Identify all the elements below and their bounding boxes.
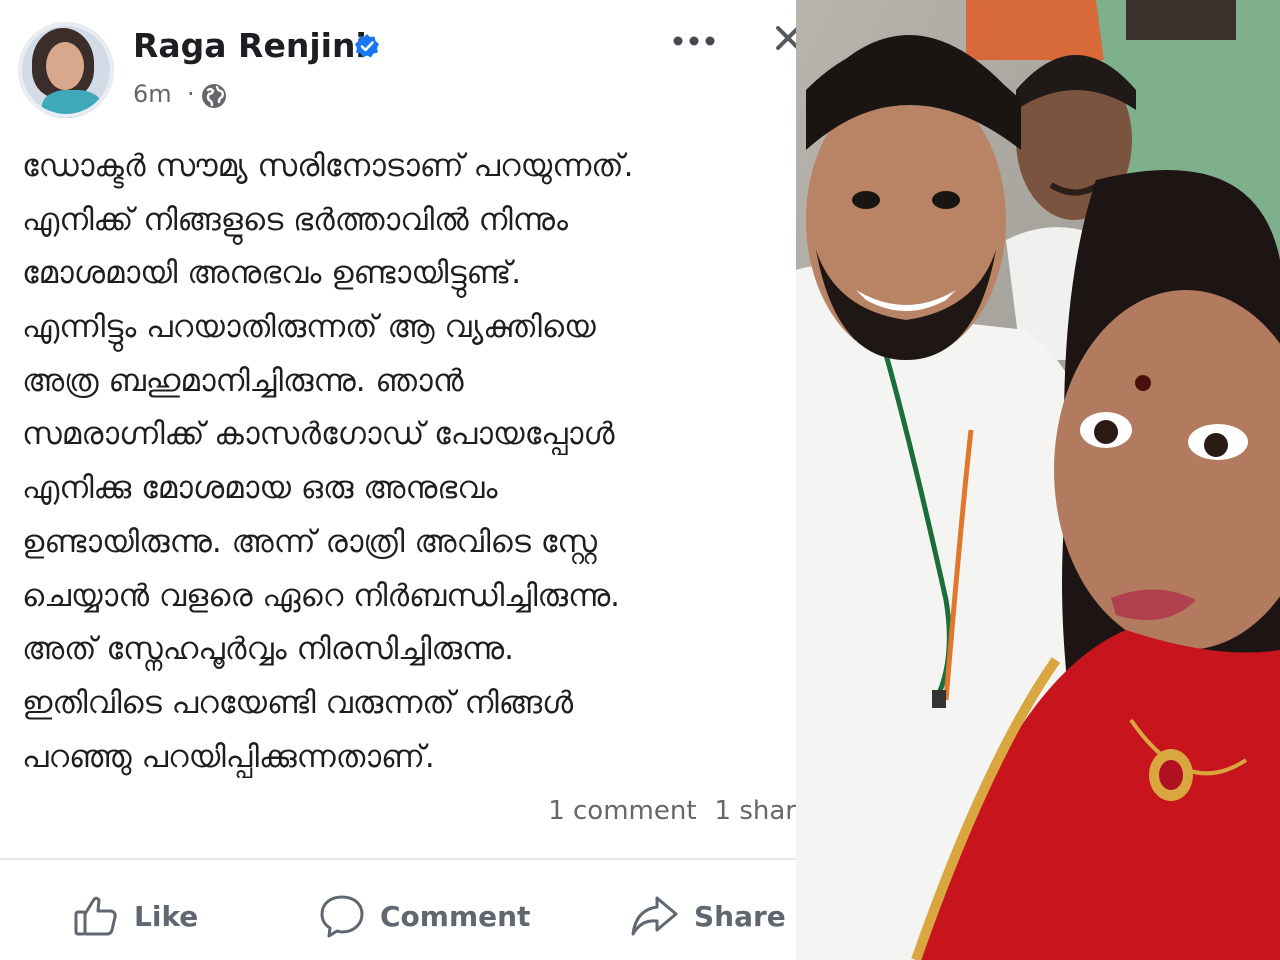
close-icon[interactable]: [774, 22, 796, 66]
post-text-line: അത് സ്നേഹപൂർവ്വം നിരസിച്ചിരുന്നു.: [22, 631, 514, 668]
selfie-photo: [796, 0, 1280, 960]
share-label: Share: [694, 899, 786, 933]
post-timestamp[interactable]: 6m: [133, 80, 172, 108]
share-count[interactable]: 1 shar: [715, 796, 796, 826]
thumbs-up-icon: [74, 896, 117, 936]
post-text-line: എനിക്ക് നിങ്ങളുടെ ഭർത്താവിൽ നിന്നും: [22, 201, 568, 238]
like-button[interactable]: Like: [72, 888, 198, 944]
speech-bubble-icon: [320, 895, 364, 938]
avatar[interactable]: [18, 22, 114, 118]
post-text-line: മോശമായി അനുഭവം ഉണ്ടായിട്ടുണ്ട്.: [22, 255, 522, 292]
globe-icon[interactable]: [200, 82, 228, 110]
comment-count[interactable]: 1 comment: [548, 796, 696, 826]
share-button[interactable]: Share: [630, 888, 786, 944]
post-text-line: എന്നിട്ടും പറയാതിരുന്നത് ആ വ്യക്തിയെ: [22, 309, 596, 346]
post-text-line: അത്ര ബഹുമാനിച്ചിരുന്നു. ഞാൻ: [22, 362, 464, 399]
more-options-icon[interactable]: [670, 26, 720, 56]
post-text-line: ചെയ്യാൻ വളരെ ഏറെ നിർബന്ധിച്ചിരുന്നു.: [22, 577, 621, 614]
post-text-line: സമരാഗ്നിക്ക് കാസർഗോഡ് പോയപ്പോൾ: [22, 416, 615, 453]
post-text-line: പറഞ്ഞു പറയിപ്പിക്കുന്നതാണ്.: [22, 738, 435, 775]
facebook-post: Raga Renjini 6m · ഡോക്ടർ സൗമ്യ സരിനോടാണ്…: [0, 0, 796, 960]
meta-separator: ·: [187, 80, 195, 108]
post-text-line: ഡോക്ടർ സൗമ്യ സരിനോടാണ് പറയുന്നത്.: [22, 148, 634, 184]
post-stats: 1 comment 1 shar: [530, 796, 796, 826]
comment-label: Comment: [380, 899, 531, 933]
post-text-line: എനിക്കു മോശമായ ഒരു അനുഭവം: [22, 470, 498, 507]
share-arrow-icon: [631, 896, 678, 936]
post-text-line: ഇതിവിടെ പറയേണ്ടി വരുന്നത് നിങ്ങൾ: [22, 684, 574, 721]
comment-button[interactable]: Comment: [318, 888, 530, 944]
post-body: ഡോക്ടർ സൗമ്യ സരിനോടാണ് പറയുന്നത്. എനിക്ക…: [22, 140, 796, 784]
like-label: Like: [134, 899, 199, 933]
author-name[interactable]: Raga Renjini: [133, 26, 367, 65]
verified-badge-icon: [355, 34, 379, 58]
divider: [0, 858, 796, 860]
post-text-line: ഉണ്ടായിരുന്നു. അന്ന് രാത്രി അവിടെ സ്റ്റേ: [22, 523, 598, 560]
